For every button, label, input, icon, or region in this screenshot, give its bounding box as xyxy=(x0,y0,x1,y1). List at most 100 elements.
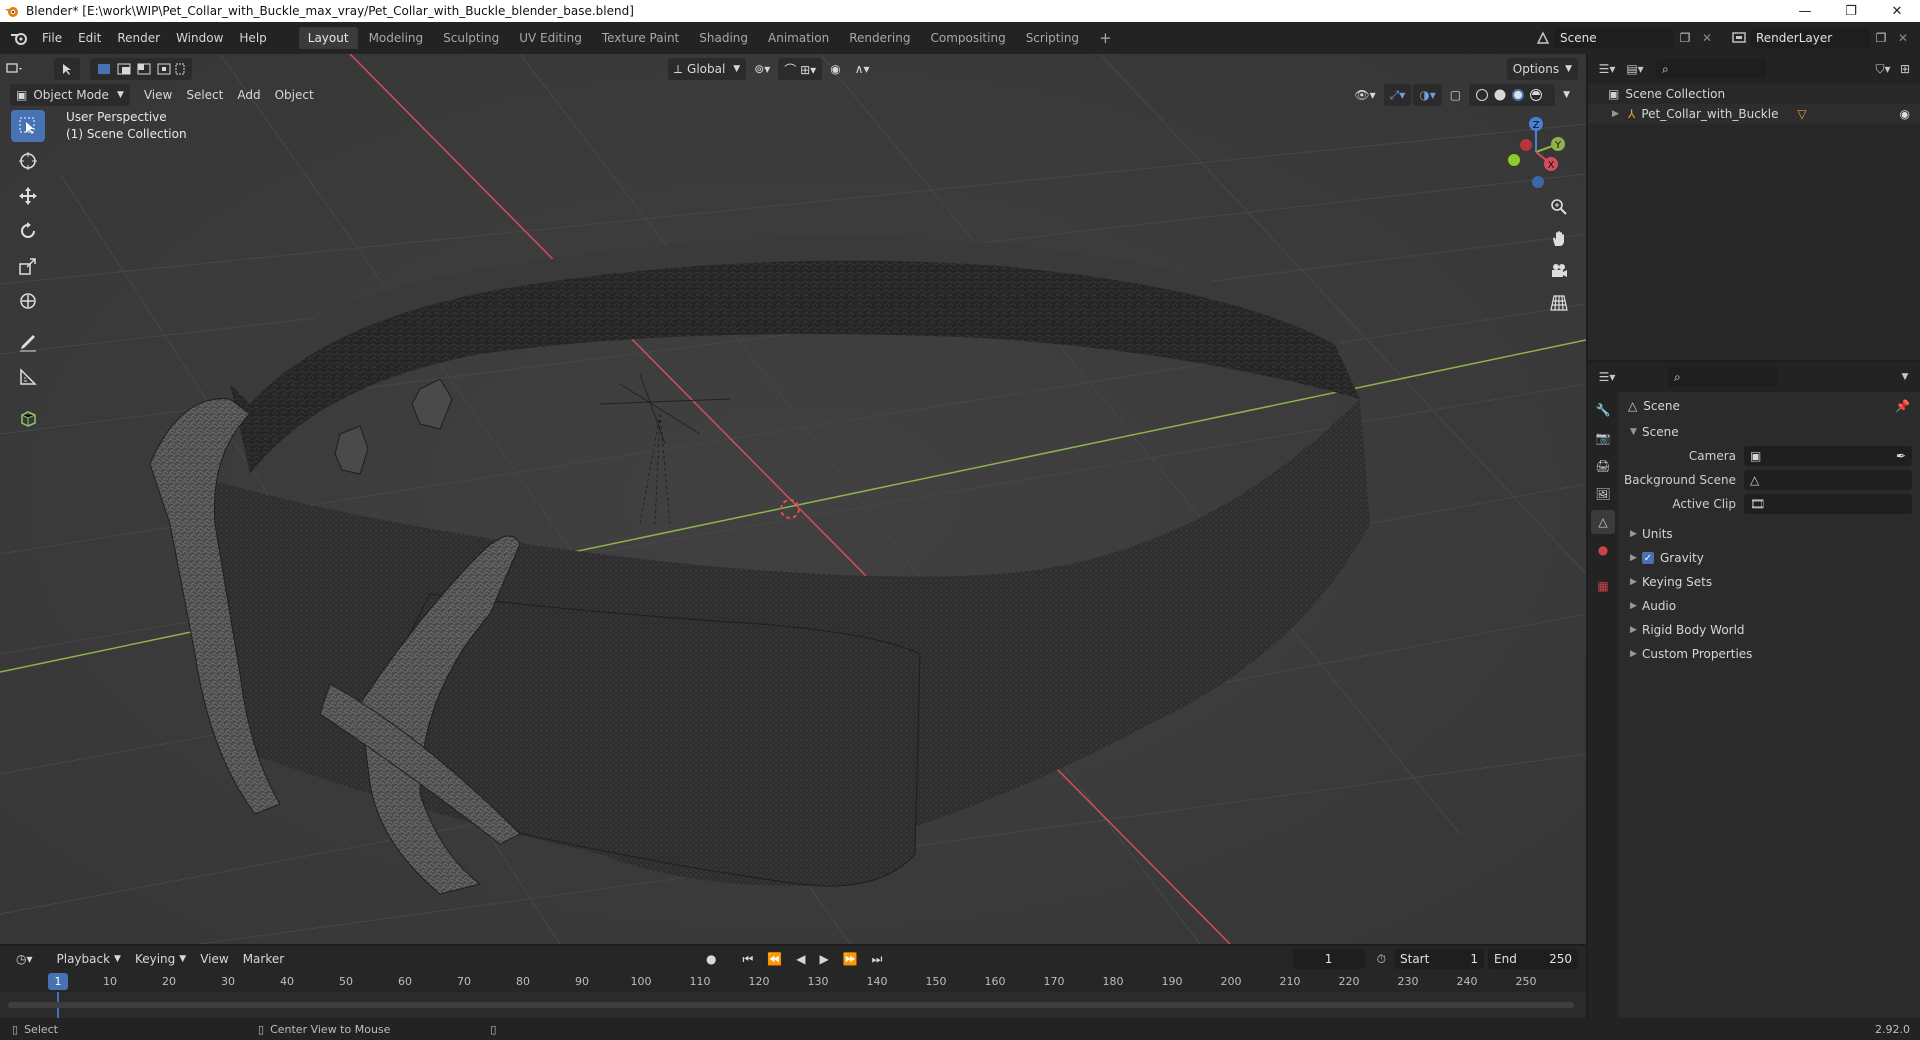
properties-options-icon[interactable]: ▼ xyxy=(1894,367,1916,387)
scale-tool[interactable] xyxy=(11,250,45,282)
new-renderlayer-icon[interactable]: ❐ xyxy=(1870,28,1892,48)
options-dropdown[interactable]: Options ▼ xyxy=(1506,58,1578,80)
add-cube-tool[interactable] xyxy=(11,402,45,434)
scrollbar[interactable] xyxy=(8,1002,1574,1008)
outliner-search-input[interactable]: ⌕ xyxy=(1656,59,1766,79)
tab-scripting[interactable]: Scripting xyxy=(1017,27,1088,49)
delete-renderlayer-icon[interactable]: ✕ xyxy=(1892,28,1914,48)
gizmo-neg-y[interactable] xyxy=(1508,154,1520,166)
select-tool-icon[interactable] xyxy=(54,58,80,80)
texture-tab-icon[interactable]: ▦ xyxy=(1591,574,1615,598)
navigation-gizmo[interactable]: Z Y X xyxy=(1496,112,1576,192)
overlay-icon[interactable]: ◑▾ xyxy=(1413,84,1442,106)
timeline-editor-type-icon[interactable]: ◷▾ xyxy=(10,948,39,970)
snap-icon[interactable]: ⌒ ⊞▾ xyxy=(778,58,823,80)
current-frame-field[interactable]: 1 xyxy=(1292,949,1365,969)
tab-sculpting[interactable]: Sculpting xyxy=(434,27,508,49)
tab-modeling[interactable]: Modeling xyxy=(360,27,433,49)
output-tab-icon[interactable]: 🖨 xyxy=(1591,454,1615,478)
gizmo-icon[interactable]: ⤢▾ xyxy=(1383,84,1412,106)
tab-shading[interactable]: Shading xyxy=(690,27,757,49)
measure-tool[interactable] xyxy=(11,361,45,393)
tab-animation[interactable]: Animation xyxy=(759,27,838,49)
3d-viewport[interactable]: ⟂ Global ▼ ⊚▾ ⌒ ⊞▾ ◉ ∧▾ Options ▼ ▣ Obje… xyxy=(0,54,1586,944)
expand-arrow-icon[interactable]: ▶ xyxy=(1612,109,1624,119)
jump-end-icon[interactable]: ⏭ xyxy=(866,948,889,970)
menu-object[interactable]: Object xyxy=(269,84,320,106)
add-workspace-button[interactable]: + xyxy=(1090,27,1121,49)
menu-select[interactable]: Select xyxy=(180,84,229,106)
menu-add[interactable]: Add xyxy=(231,84,266,106)
menu-view[interactable]: View xyxy=(138,84,178,106)
select-box-tool[interactable] xyxy=(11,110,45,142)
scene-icon[interactable] xyxy=(1532,28,1554,48)
start-frame-field[interactable]: Start 1 xyxy=(1394,949,1484,969)
renderlayer-selector[interactable]: RenderLayer xyxy=(1750,28,1870,48)
annotate-tool[interactable] xyxy=(11,326,45,358)
menu-marker[interactable]: Marker xyxy=(237,948,290,970)
camera-view-icon[interactable] xyxy=(1546,258,1572,284)
tab-rendering[interactable]: Rendering xyxy=(840,27,919,49)
filter-icon[interactable]: ⛉▾ xyxy=(1872,59,1894,79)
tab-texture-paint[interactable]: Texture Paint xyxy=(593,27,688,49)
minimize-button[interactable]: — xyxy=(1782,0,1828,22)
play-reverse-icon[interactable]: ◀ xyxy=(790,948,811,970)
menu-playback[interactable]: Playback ▼ xyxy=(51,948,127,970)
scene-section-header[interactable]: ▼ Scene xyxy=(1620,420,1920,444)
proportional-edit-icon[interactable]: ◉ xyxy=(824,58,846,80)
menu-timeline-view[interactable]: View xyxy=(194,948,234,970)
gizmo-neg-x[interactable] xyxy=(1520,139,1532,151)
menu-file[interactable]: File xyxy=(34,27,70,49)
transform-tool[interactable] xyxy=(11,285,45,317)
mode-dropdown[interactable]: ▣ Object Mode ▼ xyxy=(10,84,130,106)
tab-uv-editing[interactable]: UV Editing xyxy=(510,27,591,49)
delete-scene-icon[interactable]: ✕ xyxy=(1696,28,1718,48)
timeline-ruler[interactable]: 1 10 20 30 40 50 60 70 80 90 100 110 120 130 140 150 16… xyxy=(0,972,1586,992)
new-collection-icon[interactable]: ⊞ xyxy=(1894,59,1916,79)
menu-render[interactable]: Render xyxy=(109,27,168,49)
close-button[interactable]: ✕ xyxy=(1874,0,1920,22)
pivot-point-icon[interactable]: ⊚▾ xyxy=(748,58,776,80)
cursor-tool[interactable] xyxy=(11,145,45,177)
keying-sets-panel-header[interactable]: ▶ Keying Sets xyxy=(1620,570,1920,594)
eye-visibility-icon[interactable]: ◉ xyxy=(1900,107,1910,121)
audio-panel-header[interactable]: ▶ Audio xyxy=(1620,594,1920,618)
play-icon[interactable]: ▶ xyxy=(813,948,834,970)
transform-orientation-dropdown[interactable]: ⟂ Global ▼ xyxy=(668,58,747,80)
tab-compositing[interactable]: Compositing xyxy=(921,27,1014,49)
outliner-item-pet-collar[interactable]: ▶ ⅄ Pet_Collar_with_Buckle ▽ ◉ xyxy=(1588,104,1920,124)
scene-selector[interactable]: Scene xyxy=(1554,28,1674,48)
active-clip-field[interactable]: 🎞 xyxy=(1744,494,1912,514)
pin-icon[interactable]: 📌 xyxy=(1895,399,1910,413)
rigid-body-world-panel-header[interactable]: ▶ Rigid Body World xyxy=(1620,618,1920,642)
background-scene-field[interactable]: △ xyxy=(1744,470,1912,490)
custom-properties-panel-header[interactable]: ▶ Custom Properties xyxy=(1620,642,1920,666)
render-tab-icon[interactable]: 📷 xyxy=(1591,426,1615,450)
gravity-checkbox[interactable]: ✓ xyxy=(1642,552,1654,564)
camera-field[interactable]: ▣ ✒ xyxy=(1744,446,1912,466)
world-tab-icon[interactable]: ● xyxy=(1591,538,1615,562)
move-tool[interactable] xyxy=(11,180,45,212)
blender-menu-icon[interactable] xyxy=(6,27,34,49)
shading-options-icon[interactable]: ▼ xyxy=(1557,84,1576,106)
properties-search-input[interactable]: ⌕ xyxy=(1668,367,1778,387)
tool-tab-icon[interactable]: 🔧 xyxy=(1591,398,1615,422)
properties-editor-type-icon[interactable]: ☰▾ xyxy=(1596,367,1618,387)
perspective-grid-icon[interactable] xyxy=(1546,290,1572,316)
scene-tab-icon[interactable]: △ xyxy=(1591,510,1615,534)
menu-window[interactable]: Window xyxy=(168,27,231,49)
selection-mode-group[interactable] xyxy=(90,58,192,80)
outliner-editor-type-icon[interactable]: ☰▾ xyxy=(1596,59,1618,79)
outliner-root-row[interactable]: ▣ Scene Collection xyxy=(1588,84,1920,104)
timeline-track[interactable] xyxy=(0,992,1586,1018)
units-panel-header[interactable]: ▶ Units xyxy=(1620,522,1920,546)
eyedropper-icon[interactable]: ✒ xyxy=(1896,449,1906,463)
menu-keying[interactable]: Keying ▼ xyxy=(129,948,192,970)
record-icon[interactable]: ● xyxy=(700,948,722,970)
next-keyframe-icon[interactable]: ⏩ xyxy=(837,948,864,970)
renderlayer-icon[interactable] xyxy=(1728,28,1750,48)
view-layer-tab-icon[interactable]: 🖼 xyxy=(1591,482,1615,506)
visibility-icon[interactable]: 👁▾ xyxy=(1348,84,1381,106)
jump-start-icon[interactable]: ⏮ xyxy=(736,948,759,970)
xray-icon[interactable]: ▢ xyxy=(1444,84,1467,106)
